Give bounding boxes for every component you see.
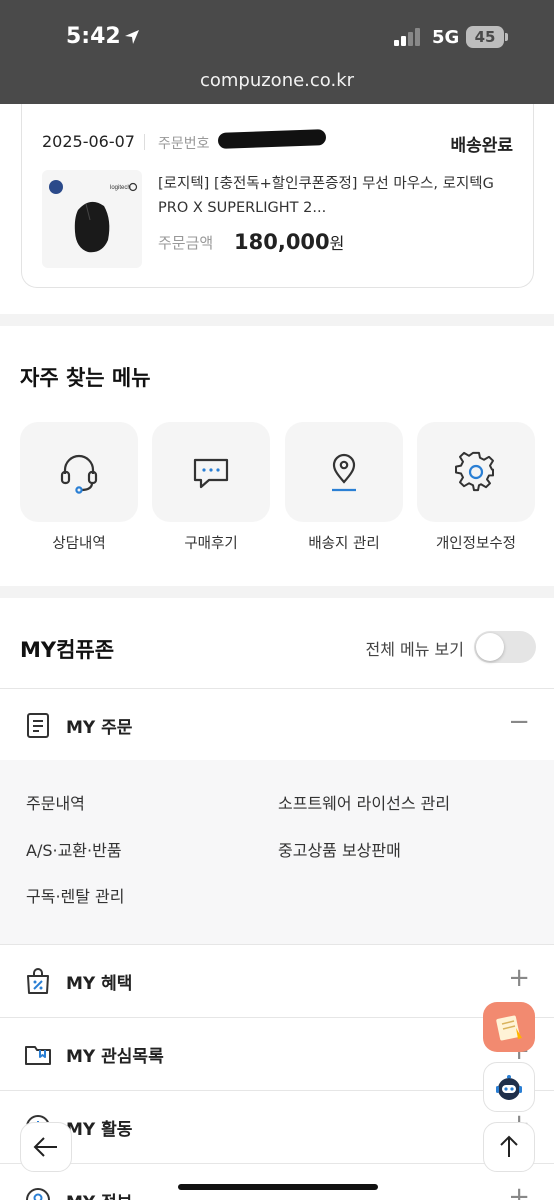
chatbot-button[interactable] xyxy=(483,1062,535,1112)
network-type: 5G xyxy=(432,27,460,48)
recent-order-card[interactable]: 2025-06-07 주문번호 배송완료 logitech [로지텍] [충전독… xyxy=(21,104,534,288)
quick-menu-label: 구매후기 xyxy=(184,536,238,552)
product-name-line1: [로지텍] [충전독+할인쿠폰증정] 무선 마우스, 로지텍G xyxy=(158,176,494,192)
shopping-bag-percent-icon xyxy=(27,968,49,994)
all-menu-label: 전체 메뉴 보기 xyxy=(365,640,465,659)
svg-text:logitech: logitech xyxy=(110,185,131,191)
order-status: 배송완료 xyxy=(450,136,513,156)
collapse-icon[interactable]: − xyxy=(508,707,530,737)
link-as-exchange-return[interactable]: A/S·교환·반품 xyxy=(26,837,122,861)
chat-icon xyxy=(193,458,229,489)
quick-menu-title: 자주 찾는 메뉴 xyxy=(20,366,151,390)
price-label: 주문금액 xyxy=(158,234,214,252)
mouse-image-icon: logitech xyxy=(49,180,138,253)
menu-my-wishlist[interactable]: MY 관심목록 + xyxy=(0,1017,554,1089)
order-price: 180,000원 xyxy=(234,230,344,254)
battery-icon: 45 xyxy=(466,26,508,48)
my-order-submenu: 주문내역 소프트웨어 라이선스 관리 A/S·교환·반품 중고상품 보상판매 구… xyxy=(0,760,554,944)
all-menu-toggle[interactable] xyxy=(474,631,536,663)
address-bar-url[interactable]: compuzone.co.kr xyxy=(0,70,554,91)
arrow-up-icon xyxy=(500,1135,518,1157)
location-pin-icon xyxy=(332,453,356,492)
location-arrow-icon xyxy=(125,30,139,44)
menu-label: MY 주문 xyxy=(66,718,133,738)
document-icon xyxy=(27,713,49,738)
product-name-line2: PRO X SUPERLIGHT 2... xyxy=(158,200,327,216)
quick-menu-label: 배송지 관리 xyxy=(308,536,380,552)
menu-my-info[interactable]: MY 정보 + xyxy=(0,1163,554,1200)
home-indicator xyxy=(178,1184,378,1190)
link-order-history[interactable]: 주문내역 xyxy=(26,790,85,814)
robot-icon xyxy=(496,1075,522,1100)
menu-my-order[interactable]: MY 주문 − xyxy=(0,688,554,760)
memo-icon xyxy=(496,1015,522,1041)
quick-menu-profile[interactable]: 개인정보수정 xyxy=(417,422,535,553)
order-date: 2025-06-07 xyxy=(42,132,135,151)
my-compuzone-title: MY컴퓨존 xyxy=(20,638,115,662)
expand-icon[interactable]: + xyxy=(508,963,530,993)
user-icon xyxy=(26,1188,50,1200)
floating-event-button[interactable] xyxy=(483,1002,535,1052)
back-button[interactable] xyxy=(20,1122,72,1172)
folder-icon xyxy=(25,1046,51,1065)
expand-icon[interactable]: + xyxy=(508,1182,530,1200)
quick-menu-consultation[interactable]: 상담내역 xyxy=(20,422,138,553)
order-number-label: 주문번호 xyxy=(158,136,210,152)
menu-my-activity[interactable]: MY 활동 + xyxy=(0,1090,554,1162)
menu-label: MY 정보 xyxy=(66,1188,132,1200)
quick-menu-reviews[interactable]: 구매후기 xyxy=(152,422,270,553)
menu-label: MY 활동 xyxy=(66,1120,133,1140)
price-unit: 원 xyxy=(329,234,345,253)
status-time: 5:42 xyxy=(66,24,121,49)
quick-menu-label: 개인정보수정 xyxy=(435,536,517,552)
link-used-tradein[interactable]: 중고상품 보상판매 xyxy=(278,837,401,861)
scroll-top-button[interactable] xyxy=(483,1122,535,1172)
product-name[interactable]: [로지텍] [충전독+할인쿠폰증정] 무선 마우스, 로지텍G PRO X SU… xyxy=(158,172,510,220)
signal-icon xyxy=(394,28,422,46)
divider xyxy=(144,134,145,150)
quick-menu-label: 상담내역 xyxy=(52,536,106,552)
section-divider xyxy=(0,314,554,326)
redaction-mark xyxy=(217,129,327,149)
browser-header: 5:42 5G 45 compuzone.co.kr xyxy=(0,0,554,104)
headset-icon xyxy=(60,454,98,494)
product-thumbnail[interactable]: logitech xyxy=(42,170,142,268)
menu-label: MY 혜택 xyxy=(66,974,133,994)
quick-menu-address[interactable]: 배송지 관리 xyxy=(285,422,403,553)
menu-my-benefits[interactable]: MY 혜택 + xyxy=(0,944,554,1016)
arrow-left-icon xyxy=(33,1137,57,1157)
link-software-license[interactable]: 소프트웨어 라이선스 관리 xyxy=(278,790,450,814)
section-divider xyxy=(0,586,554,598)
price-value: 180,000 xyxy=(234,230,330,254)
link-subscription-rental[interactable]: 구독·렌탈 관리 xyxy=(26,883,125,907)
menu-label: MY 관심목록 xyxy=(66,1047,164,1067)
gear-icon xyxy=(455,451,494,492)
